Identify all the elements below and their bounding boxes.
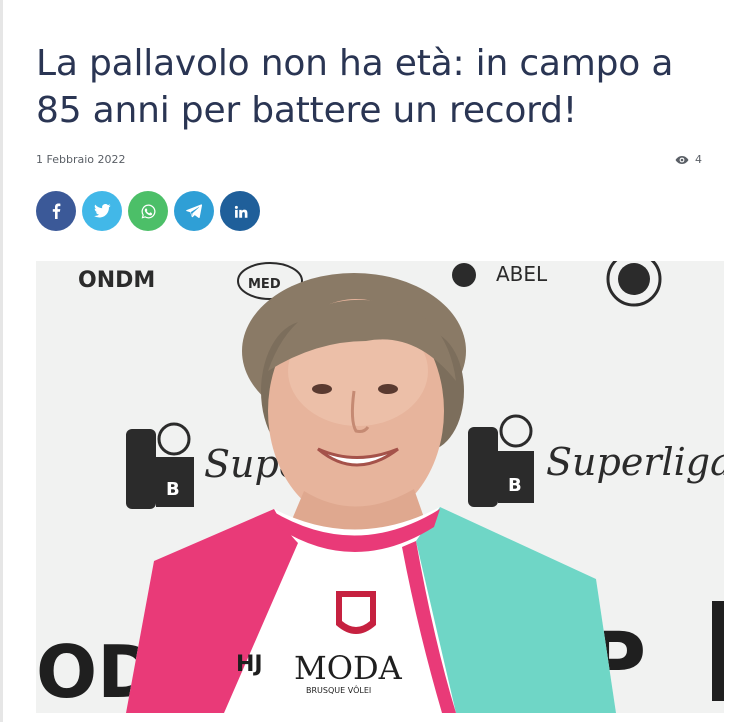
svg-text:ONDM: ONDM [78,268,155,293]
share-whatsapp-button[interactable] [128,191,168,231]
svg-text:HJ: HJ [236,652,263,677]
telegram-icon [186,204,202,218]
page-left-border [0,0,3,722]
view-count-value: 4 [695,153,702,166]
view-count: 4 [675,153,702,166]
publish-date: 1 Febbraio 2022 [36,153,126,166]
share-twitter-button[interactable] [82,191,122,231]
facebook-icon [50,203,62,219]
backdrop-logo-abel: ABEL [452,262,548,287]
svg-text:B: B [508,475,522,496]
whatsapp-icon [140,203,157,220]
share-linkedin-button[interactable] [220,191,260,231]
svg-text:ABEL: ABEL [496,262,548,286]
eye-icon [675,155,689,165]
linkedin-icon [233,204,248,219]
backdrop-logo-ondm: ONDM [78,268,155,293]
svg-text:MODA: MODA [294,649,403,687]
share-facebook-button[interactable] [36,191,76,231]
twitter-icon [93,204,111,218]
share-telegram-button[interactable] [174,191,214,231]
svg-text:MED: MED [248,277,281,292]
article-title: La pallavolo non ha età: in campo a 85 a… [36,43,674,131]
article-photo: ONDM MED ABEL B Super B Superliga ODA MO… [36,261,724,713]
svg-text:BRUSQUE VÔLEI: BRUSQUE VÔLEI [306,684,371,695]
share-bar [36,191,260,231]
svg-text:B: B [166,479,180,500]
svg-text:Superliga: Superliga [546,440,724,484]
article-meta: 1 Febbraio 2022 4 [36,153,702,169]
